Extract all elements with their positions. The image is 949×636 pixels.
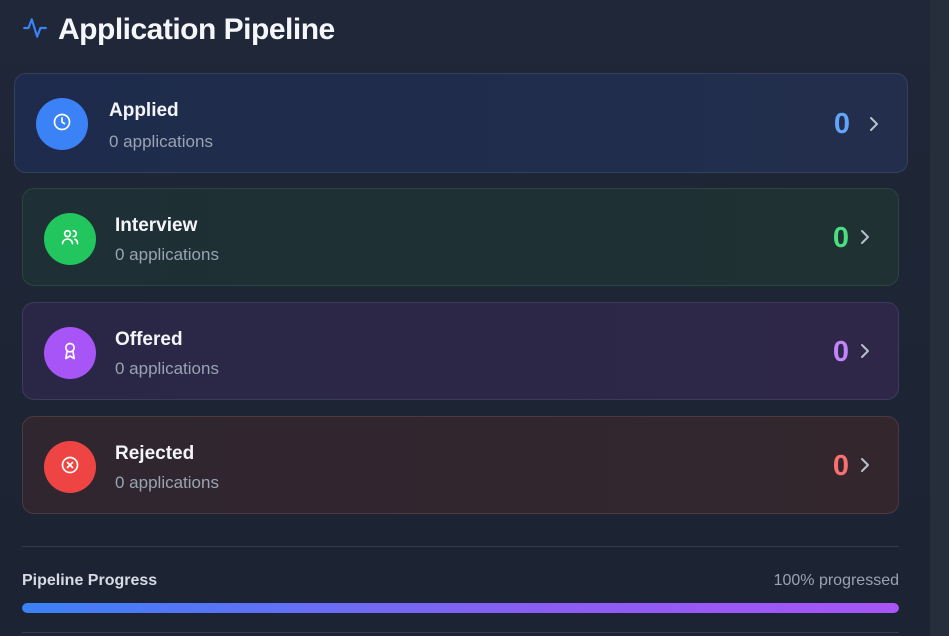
chevron-right-icon[interactable] bbox=[858, 341, 872, 361]
stage-card-applied[interactable]: Applied 0 applications 0 bbox=[14, 73, 908, 173]
progress-label: Pipeline Progress bbox=[22, 572, 158, 589]
activity-icon bbox=[22, 15, 48, 46]
scrollbar[interactable] bbox=[930, 0, 949, 636]
chevron-right-icon[interactable] bbox=[858, 227, 872, 247]
page-title: Application Pipeline bbox=[58, 13, 335, 46]
stage-name: Rejected bbox=[115, 443, 195, 464]
stage-count: 0 bbox=[832, 336, 849, 368]
stage-avatar bbox=[44, 327, 96, 379]
chevron-right-icon[interactable] bbox=[867, 114, 881, 134]
stage-count: 0 bbox=[832, 222, 849, 254]
divider bbox=[22, 632, 899, 633]
x-circle-icon bbox=[60, 455, 80, 480]
stage-subtitle: 0 applications bbox=[115, 359, 219, 378]
users-icon bbox=[60, 227, 80, 252]
divider bbox=[22, 546, 899, 547]
stage-card-rejected[interactable]: Rejected 0 applications 0 bbox=[22, 416, 899, 514]
progress-value: 100% progressed bbox=[773, 572, 899, 589]
award-icon bbox=[60, 341, 80, 366]
stage-avatar bbox=[44, 441, 96, 493]
stage-card-offered[interactable]: Offered 0 applications 0 bbox=[22, 302, 899, 400]
stage-name: Applied bbox=[109, 100, 179, 121]
stage-count: 0 bbox=[832, 450, 849, 482]
stage-subtitle: 0 applications bbox=[115, 245, 219, 264]
stage-name: Offered bbox=[115, 329, 183, 350]
pipeline-header: Application Pipeline bbox=[22, 10, 335, 50]
stage-card-interview[interactable]: Interview 0 applications 0 bbox=[22, 188, 899, 286]
clock-icon bbox=[52, 112, 72, 137]
stage-count: 0 bbox=[833, 108, 850, 140]
stage-name: Interview bbox=[115, 215, 198, 236]
stage-avatar bbox=[36, 98, 88, 150]
stage-subtitle: 0 applications bbox=[109, 132, 213, 151]
progress-bar bbox=[22, 603, 899, 613]
stage-avatar bbox=[44, 213, 96, 265]
stage-subtitle: 0 applications bbox=[115, 473, 219, 492]
chevron-right-icon[interactable] bbox=[858, 455, 872, 475]
progress-fill bbox=[22, 603, 899, 613]
